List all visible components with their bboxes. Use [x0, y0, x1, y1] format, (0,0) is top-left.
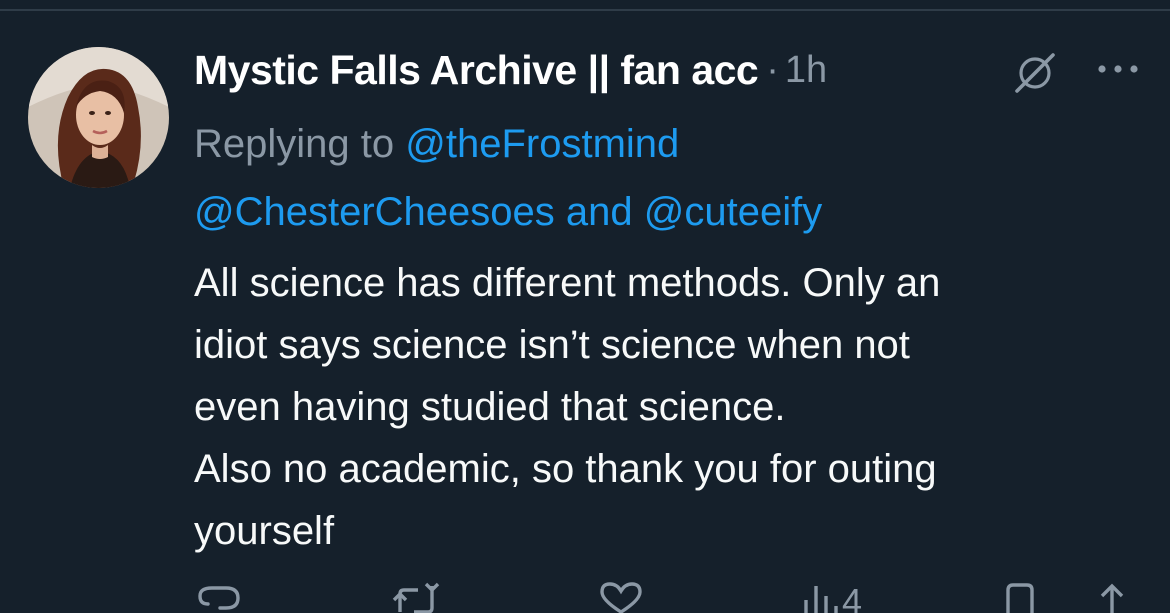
views-icon[interactable] [800, 582, 840, 613]
reply-icon[interactable] [196, 582, 242, 613]
tweet-text-line: idiot says science isn’t science when no… [194, 323, 910, 367]
avatar[interactable] [28, 47, 169, 188]
retweet-icon[interactable] [392, 582, 440, 613]
mention-link[interactable]: @cuteeify [644, 190, 822, 234]
tweet-text-line: yourself [194, 509, 335, 553]
more-icon[interactable] [1096, 54, 1140, 84]
tweet-header: Mystic Falls Archive || fan acc · 1h [194, 46, 827, 94]
separator-dot: · [766, 48, 779, 91]
share-icon[interactable] [1094, 582, 1130, 613]
replying-to-line: Replying to @theFrostmind @ChesterCheeso… [194, 110, 1134, 246]
tweet-text-line: even having studied that science. [194, 385, 786, 429]
views-count: 4 [842, 581, 863, 613]
mention-joiner: and [565, 190, 633, 234]
divider [0, 9, 1170, 11]
mention-link[interactable]: @ChesterCheesoes [194, 190, 555, 234]
tweet-text-line: All science has different methods. Only … [194, 261, 941, 305]
heart-icon[interactable] [596, 582, 646, 613]
grok-icon[interactable] [1012, 50, 1058, 96]
tweet-text-line: Also no academic, so thank you for outin… [194, 447, 937, 491]
replying-label: Replying to [194, 122, 395, 166]
display-name[interactable]: Mystic Falls Archive || fan acc [194, 47, 759, 94]
bookmark-icon[interactable] [1002, 582, 1038, 613]
mention-link[interactable]: @theFrostmind [405, 122, 679, 166]
timestamp[interactable]: 1h [785, 49, 827, 92]
tweet-page: Mystic Falls Archive || fan acc · 1h Rep… [0, 0, 1170, 613]
tweet-text: All science has different methods. Only … [194, 252, 1134, 562]
